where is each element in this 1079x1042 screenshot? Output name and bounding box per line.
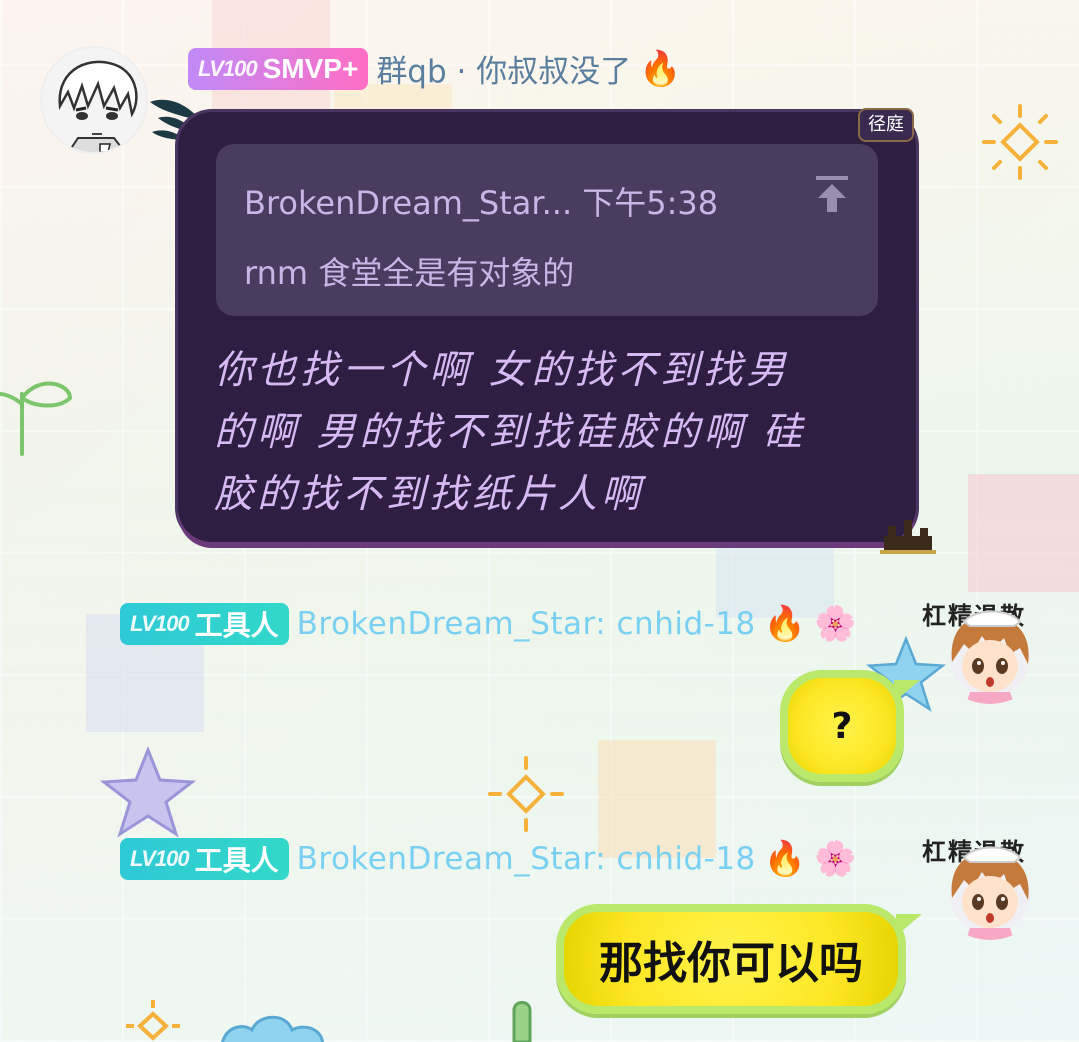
message-header: LV100 工具人 BrokenDream_Star: cnhid-18 🔥 🌸 — [120, 603, 856, 645]
level-badge: LV100 工具人 — [120, 838, 289, 880]
cactus-doodle-icon — [512, 1001, 532, 1042]
message-bubble[interactable]: ? — [780, 670, 920, 782]
bubble-corner-tag: 径庭 — [858, 108, 914, 142]
level-badge: LV100 工具人 — [120, 603, 289, 645]
sprout-doodle-icon — [0, 381, 73, 456]
star-doodle-icon — [100, 745, 196, 838]
sender-name[interactable]: BrokenDream_Star: cnhid-18 — [297, 606, 756, 642]
fire-icon: 🔥 — [763, 604, 807, 644]
sun-doodle-icon — [488, 756, 564, 832]
sun-doodle-icon — [126, 1000, 180, 1041]
message-bubble[interactable]: 那找你可以吗 — [556, 904, 922, 1014]
badge-title: 工具人 — [194, 845, 279, 876]
fire-icon: 🔥 — [639, 48, 682, 89]
avatar[interactable] — [934, 828, 1046, 940]
cloud-doodle-icon — [221, 1015, 324, 1042]
level-text: LV100 — [198, 55, 258, 81]
pin-top-icon[interactable] — [814, 174, 850, 214]
sender-name[interactable]: BrokenDream_Star: cnhid-18 — [297, 841, 756, 877]
fire-icon: 🔥 — [763, 839, 807, 879]
message-text-line: 你也找一个啊 女的找不到找男 — [214, 348, 790, 393]
quote-author-time: BrokenDream_Star... 下午5:38 — [244, 184, 719, 222]
message-header: LV100 SMVP+ 群qb · 你叔叔没了 🔥 — [188, 46, 682, 91]
message-text-line: 胶的找不到找纸片人啊 — [214, 472, 645, 517]
bg-tile — [968, 474, 1079, 592]
message-header: LV100 工具人 BrokenDream_Star: cnhid-18 🔥 🌸 — [120, 838, 856, 880]
avatar[interactable] — [934, 592, 1046, 704]
avatar-anime-girl-icon — [950, 846, 1030, 940]
message-bubble[interactable]: 径庭 BrokenDream_Star... 下午5:38 rnm 食堂全是有对… — [178, 108, 916, 542]
sender-name[interactable]: 群qb · 你叔叔没了 — [376, 46, 631, 91]
message-text-line: 的啊 男的找不到找硅胶的啊 硅 — [214, 410, 806, 455]
flower-smile-icon: 🌸 — [814, 839, 857, 879]
badge-title: SMVP+ — [262, 52, 359, 84]
level-text: LV100 — [130, 846, 190, 871]
quoted-message[interactable]: BrokenDream_Star... 下午5:38 rnm 食堂全是有对象的 — [216, 144, 878, 316]
avatar-anime-girl-icon — [950, 610, 1030, 704]
sun-doodle-icon — [982, 104, 1058, 180]
flower-smile-icon: 🌸 — [814, 604, 857, 644]
quote-text: rnm 食堂全是有对象的 — [244, 254, 575, 292]
avatar-manga-boy-icon — [42, 48, 146, 152]
message-text: 你也找一个啊 女的找不到找男 的啊 男的找不到找硅胶的啊 硅 胶的找不到找纸片人… — [214, 340, 874, 526]
level-text: LV100 — [130, 611, 190, 636]
level-badge: LV100 SMVP+ — [188, 47, 369, 90]
badge-title: 工具人 — [194, 610, 279, 641]
avatar[interactable] — [40, 46, 148, 154]
